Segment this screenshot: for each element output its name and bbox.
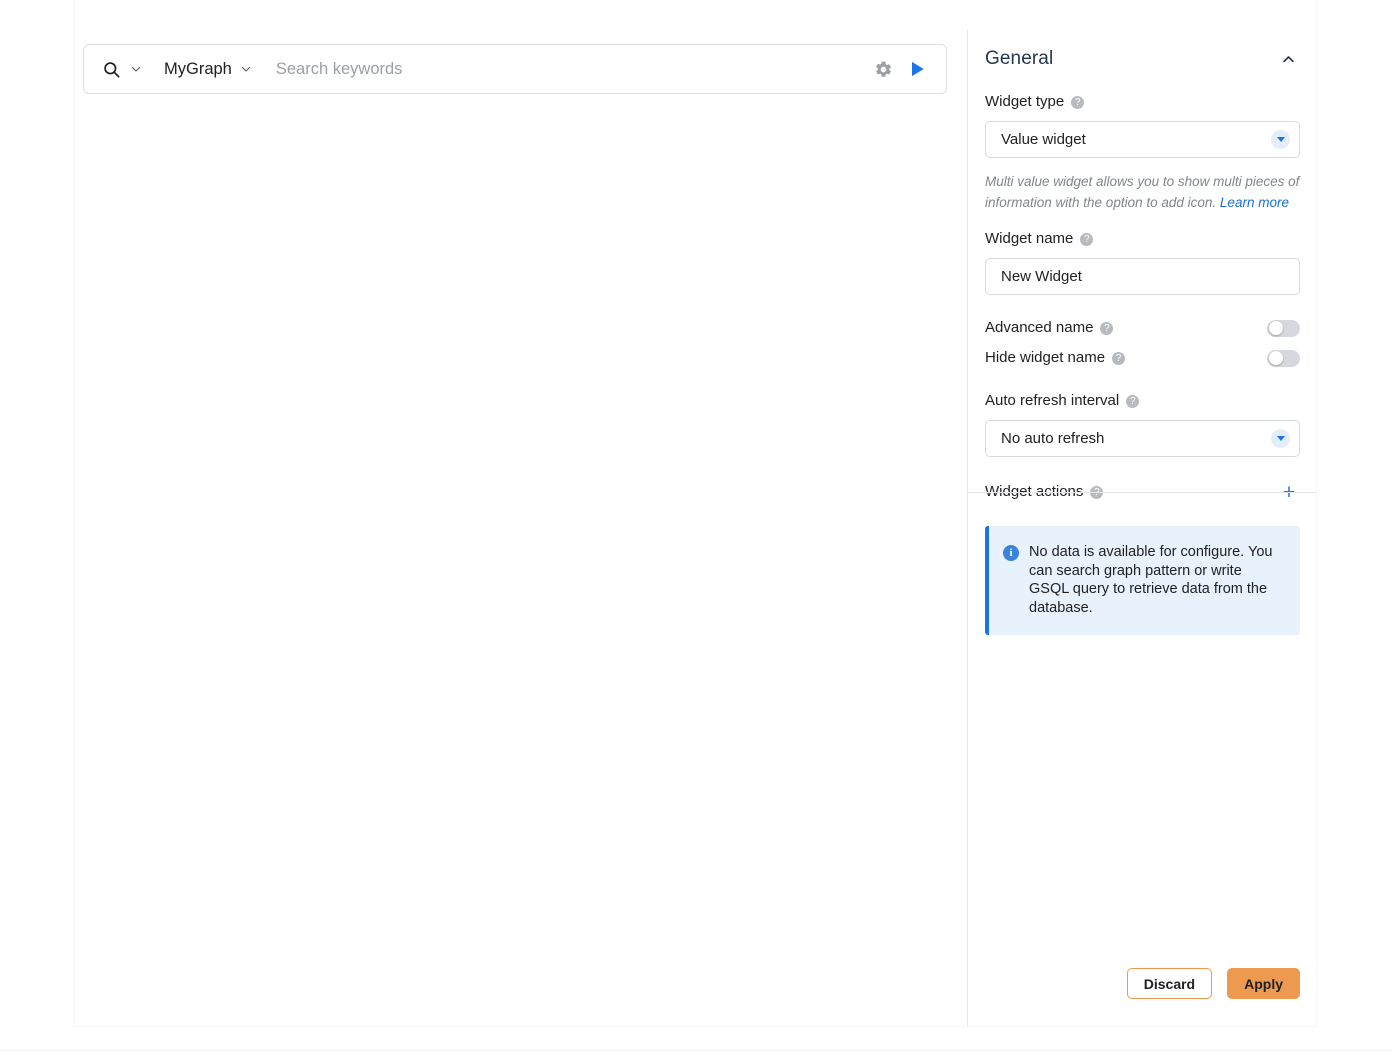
- chevron-up-icon[interactable]: [1277, 48, 1299, 70]
- widget-name-label: Widget name: [985, 230, 1074, 247]
- search-icon[interactable]: [100, 58, 122, 80]
- hide-widget-name-toggle[interactable]: [1267, 349, 1300, 367]
- help-icon[interactable]: ?: [1112, 351, 1126, 365]
- toggle-knob: [1269, 321, 1283, 335]
- run-query-play-icon[interactable]: [902, 54, 932, 84]
- panel-title: General: [985, 48, 1054, 69]
- search-input[interactable]: [273, 58, 864, 80]
- hide-widget-name-label: Hide widget name: [985, 349, 1106, 366]
- panel-header: General: [985, 48, 1299, 70]
- graph-selector-label[interactable]: MyGraph: [164, 60, 232, 79]
- widget-type-select[interactable]: Value widget: [985, 121, 1300, 158]
- apply-button[interactable]: Apply: [1227, 968, 1300, 999]
- advanced-name-label: Advanced name: [985, 319, 1094, 336]
- no-data-info-text: No data is available for configure. You …: [1029, 544, 1273, 616]
- info-icon: i: [1003, 545, 1019, 561]
- advanced-name-label-row: Advanced name ?: [985, 318, 1114, 338]
- auto-refresh-value: No auto refresh: [1001, 430, 1105, 447]
- chevron-down-icon[interactable]: [1271, 429, 1290, 448]
- widget-type-label: Widget type: [985, 93, 1065, 110]
- discard-button[interactable]: Discard: [1126, 968, 1213, 999]
- toggle-knob: [1269, 351, 1283, 365]
- auto-refresh-select[interactable]: No auto refresh: [985, 420, 1300, 457]
- widget-name-label-row: Widget name ?: [985, 229, 1300, 249]
- section-divider: [968, 492, 1316, 493]
- widget-name-input[interactable]: [985, 258, 1300, 295]
- widget-settings-panel: General Widget type ? Value widget Multi…: [968, 30, 1316, 1026]
- graph-canvas-pane: MyGraph: [75, 30, 967, 1026]
- help-icon[interactable]: ?: [1071, 95, 1085, 109]
- bottom-rule: [0, 1050, 1392, 1051]
- widget-type-label-row: Widget type ?: [985, 92, 1300, 112]
- auto-refresh-label-row: Auto refresh interval ?: [985, 391, 1300, 411]
- no-data-info-banner: i No data is available for configure. Yo…: [985, 526, 1300, 635]
- widget-type-hint: Multi value widget allows you to show mu…: [985, 171, 1300, 213]
- widget-type-value: Value widget: [1001, 131, 1086, 148]
- help-icon[interactable]: ?: [1080, 232, 1094, 246]
- chevron-down-icon[interactable]: [1271, 130, 1290, 149]
- footer-buttons: Discard Apply: [985, 968, 1300, 999]
- learn-more-link[interactable]: Learn more: [1220, 195, 1289, 210]
- advanced-name-row: Advanced name ?: [985, 313, 1300, 343]
- graph-selector-chevron-down-icon[interactable]: [236, 59, 256, 79]
- auto-refresh-label: Auto refresh interval: [985, 392, 1120, 409]
- app-root: MyGraph General: [0, 0, 1392, 1064]
- search-bar[interactable]: MyGraph: [83, 44, 947, 94]
- help-icon[interactable]: ?: [1126, 394, 1140, 408]
- hide-widget-name-label-row: Hide widget name ?: [985, 348, 1126, 368]
- advanced-name-toggle[interactable]: [1267, 319, 1300, 337]
- gear-icon[interactable]: [868, 54, 898, 84]
- help-icon[interactable]: ?: [1100, 321, 1114, 335]
- hide-widget-name-row: Hide widget name ?: [985, 343, 1300, 373]
- search-mode-chevron-down-icon[interactable]: [126, 59, 146, 79]
- panel-body: Widget type ? Value widget Multi value w…: [985, 92, 1300, 505]
